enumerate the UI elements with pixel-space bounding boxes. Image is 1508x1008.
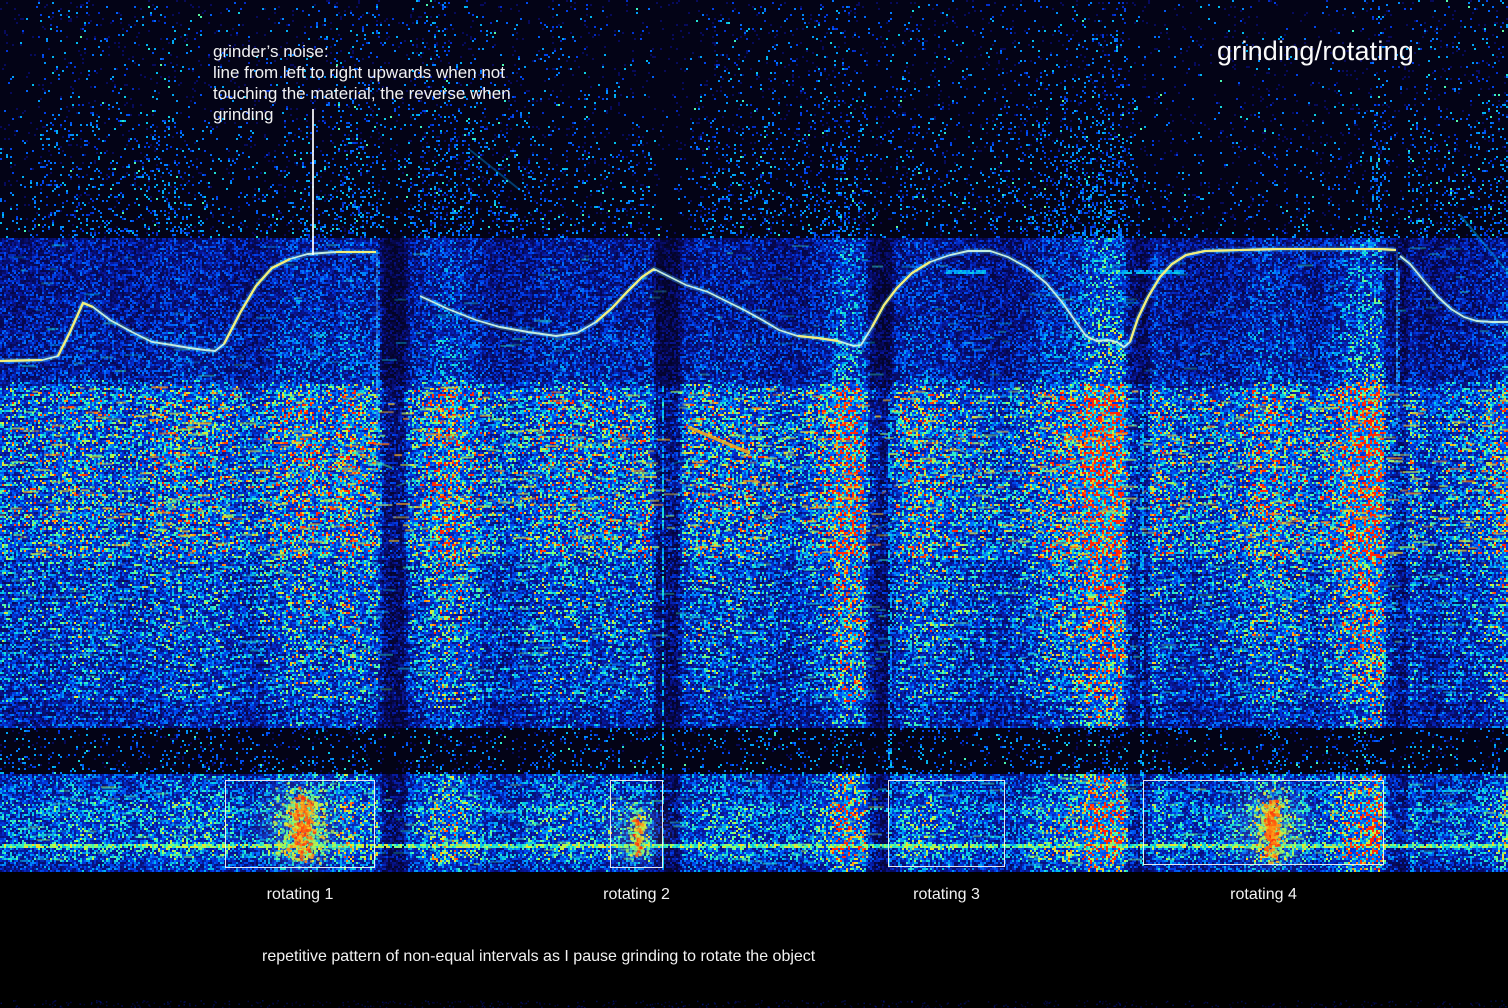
rotating-region-label: rotating 4 [1230,886,1297,904]
annotation-line: line from left to right upwards when not [213,62,511,83]
spectrogram-figure: grinding/rotating grinder’s noise: line … [0,0,1508,1008]
rotating-region-box-4 [1143,780,1384,865]
figure-title: grinding/rotating [1217,36,1414,67]
figure-caption: repetitive pattern of non-equal interval… [262,948,815,966]
rotating-region-label: rotating 2 [603,886,670,904]
annotation-line: touching the material, the reverse when [213,83,511,104]
rotating-region-label: rotating 1 [267,886,334,904]
rotating-region-box-2 [610,780,663,868]
annotation-pointer-line [312,109,314,255]
rotating-region-box-3 [888,780,1005,867]
annotation-line: grinding [213,104,511,125]
grinder-noise-annotation: grinder’s noise: line from left to right… [213,41,511,125]
rotating-region-box-1 [225,780,375,868]
rotating-region-label: rotating 3 [913,886,980,904]
annotation-line: grinder’s noise: [213,41,511,62]
